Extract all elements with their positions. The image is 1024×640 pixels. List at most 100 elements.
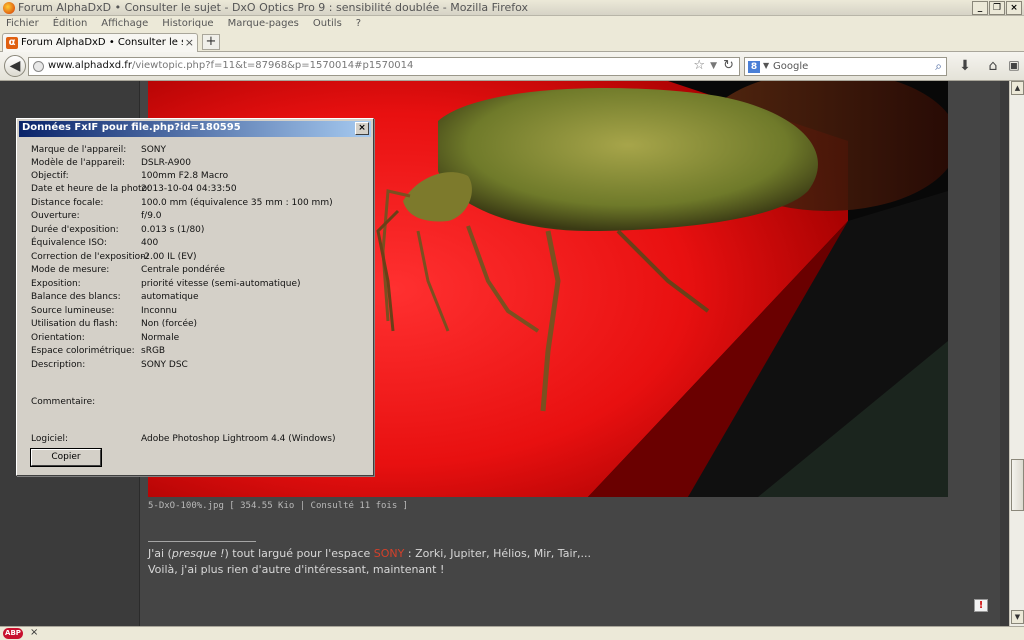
exif-value: -2.00 IL (EV) bbox=[141, 252, 197, 262]
exif-label: Objectif: bbox=[31, 171, 69, 181]
reload-icon[interactable]: ↻ bbox=[723, 58, 734, 73]
alphadxd-favicon-icon: α bbox=[6, 37, 18, 49]
url-text[interactable]: www.alphadxd.fr/viewtopic.php?f=11&t=879… bbox=[48, 60, 413, 71]
exif-label: Ouverture: bbox=[31, 211, 80, 221]
image-caption: 5-DxO-100%.jpg [ 354.55 Kio | Consulté 1… bbox=[148, 501, 409, 511]
signature-divider bbox=[148, 541, 256, 542]
exif-value: 100mm F2.8 Macro bbox=[141, 171, 229, 181]
exif-label: Orientation: bbox=[31, 333, 85, 343]
window-titlebar: Forum AlphaDxD • Consulter le sujet - Dx… bbox=[0, 0, 1024, 16]
vertical-scrollbar[interactable]: ▲ ▼ bbox=[1009, 81, 1024, 626]
exif-label: Description: bbox=[31, 360, 86, 370]
exif-label: Durée d'exposition: bbox=[31, 225, 119, 235]
maximize-button[interactable]: ❐ bbox=[989, 1, 1005, 15]
menu-bar: Fichier Édition Affichage Historique Mar… bbox=[0, 16, 1024, 31]
exif-label: Date et heure de la photo: bbox=[31, 184, 151, 194]
close-tab-icon[interactable]: × bbox=[185, 36, 194, 49]
software-value: Adobe Photoshop Lightroom 4.4 (Windows) bbox=[141, 434, 336, 444]
exif-label: Espace colorimétrique: bbox=[31, 346, 135, 356]
menu-edition[interactable]: Édition bbox=[53, 16, 88, 31]
exif-value: Centrale pondérée bbox=[141, 265, 225, 275]
software-label: Logiciel: bbox=[31, 434, 69, 444]
exif-value: 0.013 s (1/80) bbox=[141, 225, 205, 235]
signature-line-1: J'ai (presque !) tout largué pour l'espa… bbox=[148, 547, 591, 560]
menu-historique[interactable]: Historique bbox=[162, 16, 213, 31]
exif-value: sRGB bbox=[141, 346, 166, 356]
scroll-down-icon[interactable]: ▼ bbox=[1011, 610, 1024, 624]
exif-value: automatique bbox=[141, 292, 199, 302]
exif-label: Marque de l'appareil: bbox=[31, 145, 127, 155]
exif-value: Inconnu bbox=[141, 306, 177, 316]
status-bar: ABP × bbox=[0, 626, 1024, 640]
firefox-icon bbox=[3, 2, 15, 14]
url-bar[interactable]: www.alphadxd.fr/viewtopic.php?f=11&t=879… bbox=[28, 57, 740, 76]
url-path: /viewtopic.php?f=11&t=87968&p=1570014#p1… bbox=[131, 60, 414, 71]
sig-text-2: ) tout largué pour l'espace bbox=[224, 547, 374, 560]
window-title: Forum AlphaDxD • Consulter le sujet - Dx… bbox=[18, 1, 529, 14]
exif-value: 400 bbox=[141, 238, 159, 248]
tab-strip: α Forum AlphaDxD • Consulter le sujet - … bbox=[0, 31, 1024, 52]
home-icon[interactable]: ⌂ bbox=[985, 58, 1001, 74]
report-post-icon[interactable]: ! bbox=[974, 599, 988, 612]
exif-value: SONY DSC bbox=[141, 360, 188, 370]
dialog-close-button[interactable]: × bbox=[355, 122, 369, 135]
search-placeholder: Google bbox=[773, 61, 809, 72]
comment-label: Commentaire: bbox=[31, 397, 96, 407]
back-button[interactable]: ◀ bbox=[4, 55, 26, 77]
exif-value: Non (forcée) bbox=[141, 319, 198, 329]
menu-fichier[interactable]: Fichier bbox=[6, 16, 39, 31]
close-window-button[interactable]: × bbox=[1006, 1, 1022, 15]
exif-value: 2013-10-04 04:33:50 bbox=[141, 184, 237, 194]
exif-label: Source lumineuse: bbox=[31, 306, 115, 316]
exif-label: Équivalence ISO: bbox=[31, 238, 107, 248]
search-icon[interactable]: ⌕ bbox=[935, 59, 942, 74]
navigation-bar: ◀ www.alphadxd.fr/viewtopic.php?f=11&t=8… bbox=[0, 52, 1024, 81]
tab-label: Forum AlphaDxD • Consulter le sujet - Dx… bbox=[21, 37, 183, 48]
google-icon[interactable]: 8 bbox=[748, 61, 760, 73]
exif-value: DSLR-A900 bbox=[141, 158, 191, 168]
download-icon[interactable]: ⬇ bbox=[957, 58, 973, 74]
exif-label: Balance des blancs: bbox=[31, 292, 121, 302]
exif-label: Utilisation du flash: bbox=[31, 319, 118, 329]
menu-outils[interactable]: Outils bbox=[313, 16, 342, 31]
scrollbar-thumb[interactable] bbox=[1011, 459, 1024, 511]
fxif-dialog: Données FxIF pour file.php?id=180595 × M… bbox=[16, 118, 374, 476]
sig-text-3: : Zorki, Jupiter, Hélios, Mir, Tair,... bbox=[404, 547, 592, 560]
dialog-title: Données FxIF pour file.php?id=180595 bbox=[22, 122, 241, 133]
exif-value: priorité vitesse (semi-automatique) bbox=[141, 279, 301, 289]
close-bar-icon[interactable]: × bbox=[30, 627, 38, 638]
sig-sony-link[interactable]: SONY bbox=[374, 547, 405, 560]
minimize-button[interactable]: _ bbox=[972, 1, 988, 15]
exif-value: Normale bbox=[141, 333, 180, 343]
menu-help[interactable]: ? bbox=[356, 16, 361, 31]
signature-line-2: Voilà, j'ai plus rien d'autre d'intéress… bbox=[148, 563, 445, 576]
bookmark-star-icon[interactable]: ☆ bbox=[693, 58, 705, 73]
adblock-icon[interactable]: ABP bbox=[3, 628, 23, 639]
exif-label: Modèle de l'appareil: bbox=[31, 158, 126, 168]
copy-button[interactable]: Copier bbox=[31, 449, 101, 466]
new-tab-button[interactable]: + bbox=[202, 34, 220, 50]
exif-value: SONY bbox=[141, 145, 167, 155]
scroll-up-icon[interactable]: ▲ bbox=[1011, 81, 1024, 95]
url-dropdown-icon[interactable]: ▼ bbox=[710, 61, 717, 71]
dialog-titlebar[interactable]: Données FxIF pour file.php?id=180595 × bbox=[19, 121, 371, 137]
exif-value: 100.0 mm (équivalence 35 mm : 100 mm) bbox=[141, 198, 333, 208]
sig-italic: presque ! bbox=[171, 547, 225, 560]
exif-label: Distance focale: bbox=[31, 198, 104, 208]
tab-forum[interactable]: α Forum AlphaDxD • Consulter le sujet - … bbox=[2, 33, 198, 52]
search-bar[interactable]: 8 ▼ Google ⌕ bbox=[744, 57, 947, 76]
exif-label: Correction de l'exposition: bbox=[31, 252, 149, 262]
globe-icon bbox=[33, 61, 44, 72]
addon-icon[interactable]: ▣ bbox=[1006, 58, 1022, 72]
exif-label: Mode de mesure: bbox=[31, 265, 110, 275]
url-domain: www.alphadxd.fr bbox=[48, 60, 132, 71]
exif-value: f/9.0 bbox=[141, 211, 162, 221]
sig-text-1: J'ai ( bbox=[148, 547, 172, 560]
back-arrow-icon: ◀ bbox=[9, 58, 21, 74]
menu-affichage[interactable]: Affichage bbox=[101, 16, 148, 31]
window-controls: _ ❐ × bbox=[972, 1, 1022, 15]
menu-marque-pages[interactable]: Marque-pages bbox=[228, 16, 299, 31]
right-column bbox=[1000, 81, 1009, 626]
exif-label: Exposition: bbox=[31, 279, 81, 289]
search-engine-dropdown-icon[interactable]: ▼ bbox=[763, 61, 769, 70]
